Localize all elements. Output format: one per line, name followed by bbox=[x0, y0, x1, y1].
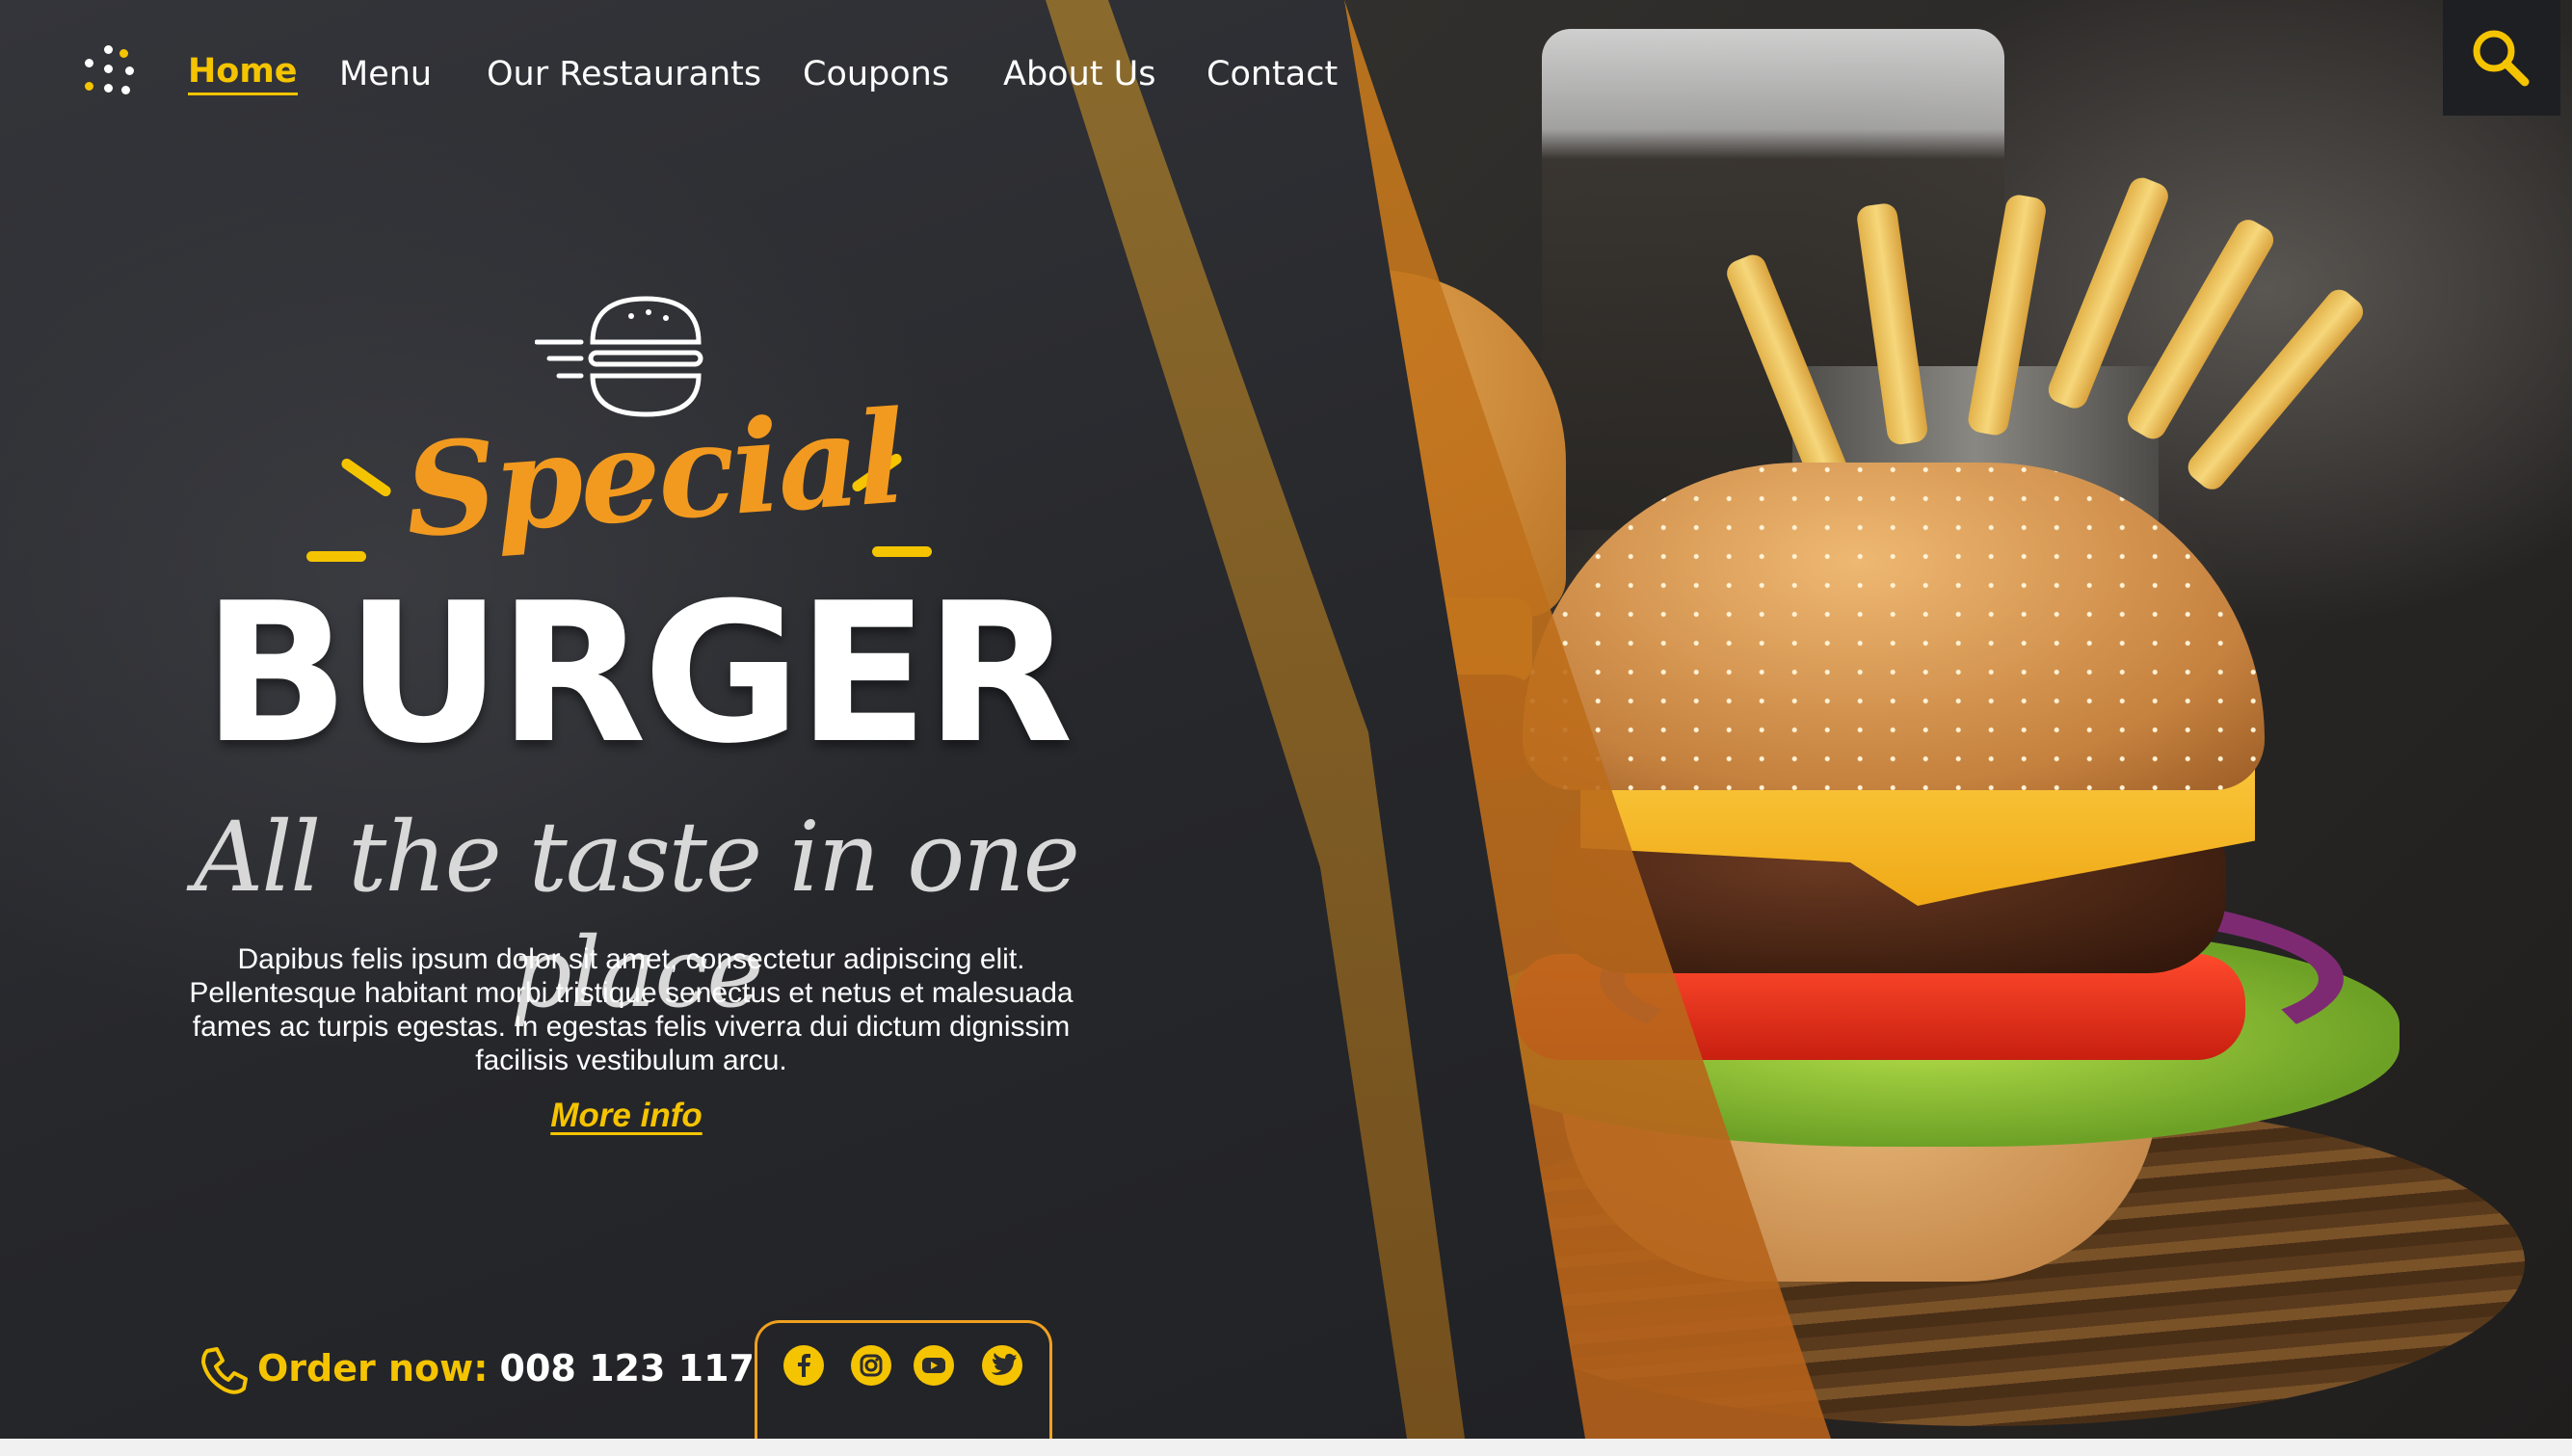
order-now[interactable]: Order now: 008 123 117 bbox=[198, 1339, 755, 1397]
search-button[interactable] bbox=[2443, 0, 2560, 116]
youtube-icon[interactable] bbox=[914, 1345, 954, 1386]
top-nav: Home Menu Our Restaurants Coupons About … bbox=[0, 0, 1445, 154]
nav-about-us[interactable]: About Us bbox=[1003, 50, 1155, 98]
order-label: Order now: bbox=[257, 1347, 489, 1390]
dots-grid-icon[interactable] bbox=[79, 45, 141, 103]
nav-home[interactable]: Home bbox=[188, 50, 298, 95]
ray bbox=[306, 551, 366, 562]
special-heading: Special bbox=[400, 383, 908, 568]
description: Dapibus felis ipsum dolor sit amet, cons… bbox=[189, 943, 1074, 1076]
facebook-icon[interactable] bbox=[783, 1345, 824, 1386]
instagram-icon[interactable] bbox=[851, 1345, 891, 1386]
nav-coupons[interactable]: Coupons bbox=[803, 50, 949, 98]
ray bbox=[872, 546, 932, 557]
search-icon bbox=[2473, 30, 2530, 87]
landing-page: Home Menu Our Restaurants Coupons About … bbox=[0, 0, 2572, 1439]
burger-heading: BURGER bbox=[202, 562, 1074, 786]
nav-contact[interactable]: Contact bbox=[1206, 50, 1338, 98]
phone-number: 008 123 117 bbox=[499, 1347, 755, 1390]
more-info-link[interactable]: More info bbox=[540, 1097, 713, 1135]
twitter-icon[interactable] bbox=[982, 1345, 1022, 1386]
nav-menu[interactable]: Menu bbox=[339, 50, 432, 98]
nav-our-restaurants[interactable]: Our Restaurants bbox=[487, 50, 761, 98]
phone-icon bbox=[201, 1346, 248, 1394]
